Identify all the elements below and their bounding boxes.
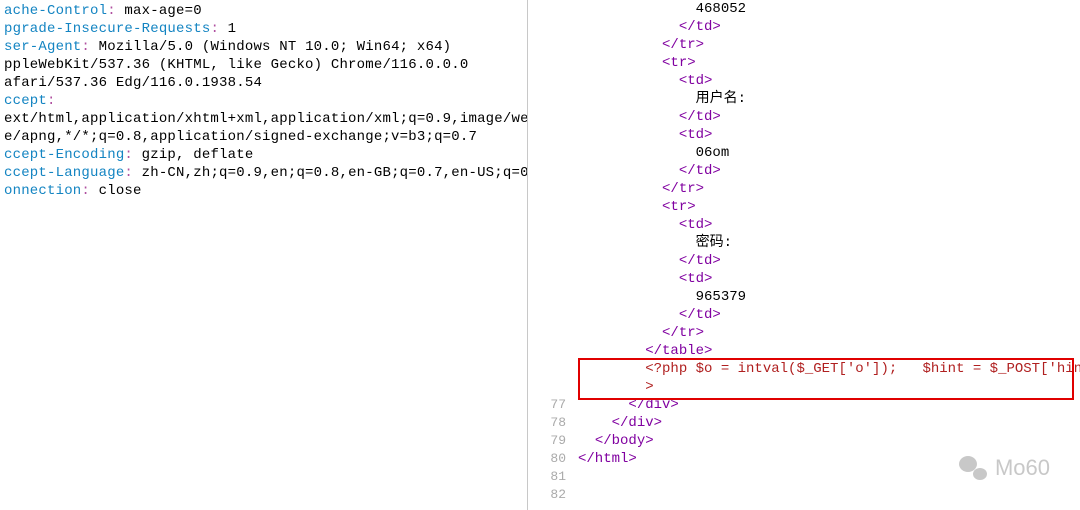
response-line: </td> bbox=[578, 162, 1076, 180]
response-line: </td> bbox=[578, 108, 1076, 126]
request-header-line: e/apng,*/*;q=0.8,application/signed-exch… bbox=[4, 128, 523, 146]
request-header-line: ache-Control: max-age=0 bbox=[4, 2, 523, 20]
request-header-line: ccept: bbox=[4, 92, 523, 110]
line-number-gutter: 777879808182 bbox=[528, 0, 572, 510]
response-line: <tr> bbox=[578, 54, 1076, 72]
response-line: </div> bbox=[578, 396, 1076, 414]
response-line: 468052 bbox=[578, 0, 1076, 18]
request-header-line: afari/537.36 Edg/116.0.1938.54 bbox=[4, 74, 523, 92]
line-number: 82 bbox=[528, 486, 566, 504]
response-line: 用户名: bbox=[578, 90, 1076, 108]
response-line: </div> bbox=[578, 414, 1076, 432]
response-line: <tr> bbox=[578, 198, 1076, 216]
response-line: <?php $o = intval($_GET['o']); $hint = $… bbox=[578, 360, 1076, 378]
request-header-line: onnection: close bbox=[4, 182, 523, 200]
response-line: </td> bbox=[578, 306, 1076, 324]
request-header-line: ccept-Encoding: gzip, deflate bbox=[4, 146, 523, 164]
response-line: 965379 bbox=[578, 288, 1076, 306]
line-number: 79 bbox=[528, 432, 566, 450]
response-line: <td> bbox=[578, 270, 1076, 288]
response-line: </tr> bbox=[578, 180, 1076, 198]
response-code[interactable]: 468052 </td> </tr> <tr> <td> 用户名: </td> … bbox=[578, 0, 1076, 468]
response-line: 06om bbox=[578, 144, 1076, 162]
response-line: </tr> bbox=[578, 36, 1076, 54]
line-number: 81 bbox=[528, 468, 566, 486]
response-line: <td> bbox=[578, 72, 1076, 90]
response-line: </tr> bbox=[578, 324, 1076, 342]
line-number: 80 bbox=[528, 450, 566, 468]
response-line: </td> bbox=[578, 252, 1076, 270]
response-line: </td> bbox=[578, 18, 1076, 36]
line-number: 77 bbox=[528, 396, 566, 414]
watermark: Mo60 bbox=[959, 456, 1050, 480]
request-header-line: pgrade-Insecure-Requests: 1 bbox=[4, 20, 523, 38]
response-line: 密码: bbox=[578, 234, 1076, 252]
line-number: 78 bbox=[528, 414, 566, 432]
request-header-line: ccept-Language: zh-CN,zh;q=0.9,en;q=0.8,… bbox=[4, 164, 523, 182]
response-line: </table> bbox=[578, 342, 1076, 360]
request-pane[interactable]: ache-Control: max-age=0pgrade-Insecure-R… bbox=[0, 0, 528, 510]
response-line: <td> bbox=[578, 126, 1076, 144]
split-view: ache-Control: max-age=0pgrade-Insecure-R… bbox=[0, 0, 1080, 510]
response-line: </body> bbox=[578, 432, 1076, 450]
response-pane[interactable]: 777879808182 468052 </td> </tr> <tr> <td… bbox=[528, 0, 1080, 510]
request-header-line: ser-Agent: Mozilla/5.0 (Windows NT 10.0;… bbox=[4, 38, 523, 56]
watermark-text: Mo60 bbox=[995, 459, 1050, 477]
request-header-line: ext/html,application/xhtml+xml,applicati… bbox=[4, 110, 523, 128]
response-line: > bbox=[578, 378, 1076, 396]
wechat-icon bbox=[959, 456, 987, 480]
request-header-line: ppleWebKit/537.36 (KHTML, like Gecko) Ch… bbox=[4, 56, 523, 74]
response-line: <td> bbox=[578, 216, 1076, 234]
